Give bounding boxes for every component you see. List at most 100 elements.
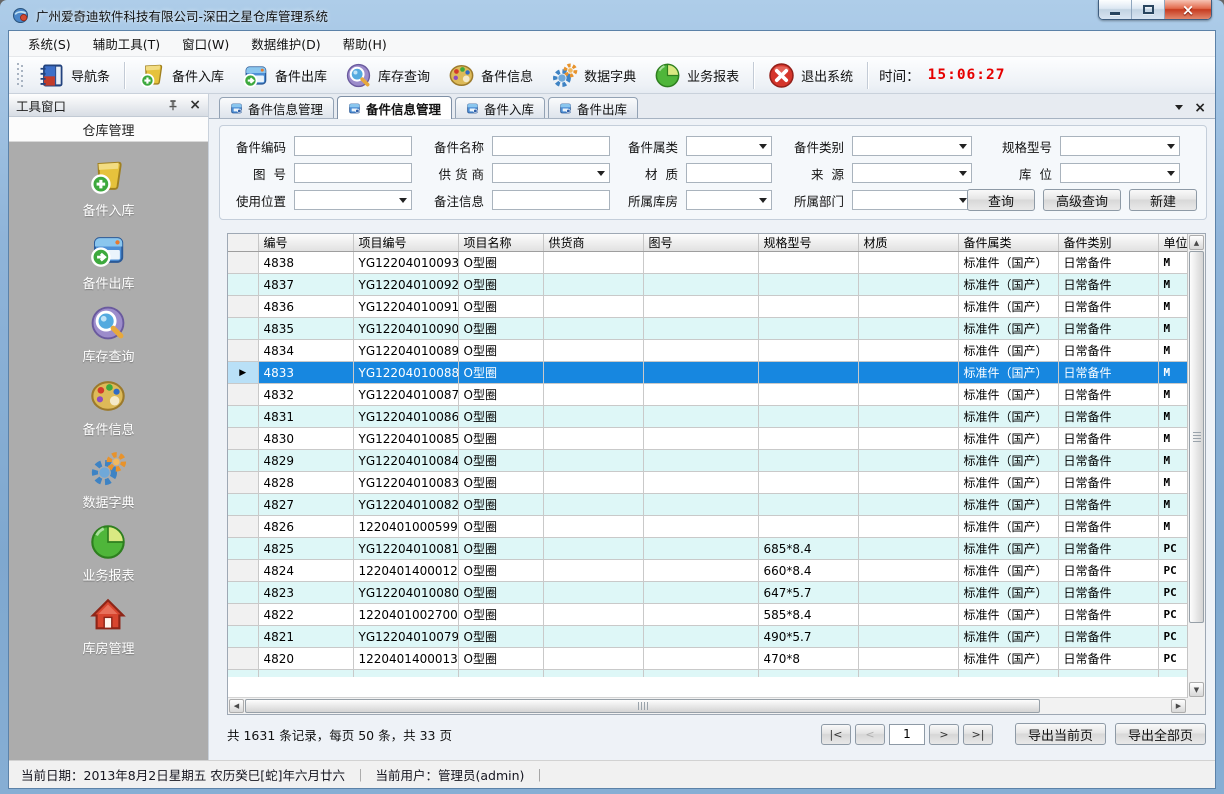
table-cell[interactable]: 标准件（国产）: [958, 274, 1058, 296]
table-cell[interactable]: 585*8.4: [758, 604, 858, 626]
column-header[interactable]: 项目编号: [353, 234, 458, 252]
table-cell[interactable]: 标准件（国产）: [958, 318, 1058, 340]
table-cell[interactable]: YG12204010088: [353, 362, 458, 384]
menu-item[interactable]: 辅助工具(T): [82, 30, 171, 57]
new-button[interactable]: 新建: [1129, 189, 1197, 211]
toolbar-button-data-dict[interactable]: 数据字典: [542, 58, 645, 93]
table-cell[interactable]: O型圈: [458, 252, 543, 274]
table-cell[interactable]: YG12204010091: [353, 296, 458, 318]
row-indicator[interactable]: [228, 472, 258, 494]
table-cell[interactable]: YG12204010083: [353, 472, 458, 494]
table-cell[interactable]: [858, 626, 958, 648]
table-cell[interactable]: 标准件（国产）: [958, 582, 1058, 604]
table-cell[interactable]: [758, 252, 858, 274]
table-cell[interactable]: [643, 604, 758, 626]
table-cell[interactable]: [543, 296, 643, 318]
table-cell[interactable]: M: [1158, 384, 1187, 406]
table-cell[interactable]: 标准件（国产）: [958, 296, 1058, 318]
table-cell[interactable]: YG12204010082: [353, 494, 458, 516]
export-current-page-button[interactable]: 导出当前页: [1015, 723, 1106, 745]
table-cell[interactable]: 日常备件: [1058, 406, 1158, 428]
table-cell[interactable]: O型圈: [458, 340, 543, 362]
table-cell[interactable]: YG12204010087: [353, 384, 458, 406]
table-cell[interactable]: [643, 296, 758, 318]
table-row[interactable]: 4831YG12204010086O型圈标准件（国产）日常备件M: [228, 406, 1187, 428]
table-cell[interactable]: [858, 428, 958, 450]
table-cell[interactable]: 标准件（国产）: [958, 472, 1058, 494]
table-cell[interactable]: [758, 274, 858, 296]
menu-item[interactable]: 帮助(H): [332, 30, 398, 57]
sidebar-item-data-dict[interactable]: 数据字典: [82, 450, 134, 511]
table-cell[interactable]: [643, 406, 758, 428]
table-cell[interactable]: YG12204010092: [353, 274, 458, 296]
table-cell[interactable]: 4837: [258, 274, 353, 296]
horizontal-scrollbar[interactable]: ◀ ▶: [228, 697, 1187, 714]
export-all-pages-button[interactable]: 导出全部页: [1115, 723, 1206, 745]
table-cell[interactable]: O型圈: [458, 582, 543, 604]
table-cell[interactable]: [858, 494, 958, 516]
minimize-button[interactable]: [1099, 0, 1132, 19]
table-cell[interactable]: [643, 582, 758, 604]
table-cell[interactable]: 647*5.7: [758, 582, 858, 604]
table-cell[interactable]: 标准件（国产）: [958, 428, 1058, 450]
table-cell[interactable]: M: [1158, 274, 1187, 296]
column-header[interactable]: 图号: [643, 234, 758, 252]
sidebar-item-inventory-query[interactable]: 库存查询: [82, 304, 134, 365]
table-cell[interactable]: [643, 340, 758, 362]
toolbar-button-report[interactable]: 业务报表: [645, 58, 748, 93]
column-header[interactable]: 备件类别: [1058, 234, 1158, 252]
table-cell[interactable]: 日常备件: [1058, 384, 1158, 406]
table-cell[interactable]: [858, 362, 958, 384]
table-cell[interactable]: [758, 384, 858, 406]
table-cell[interactable]: 标准件（国产）: [958, 560, 1058, 582]
table-cell[interactable]: 日常备件: [1058, 318, 1158, 340]
part-code-input[interactable]: [294, 136, 412, 156]
table-cell[interactable]: 标准件（国产）: [958, 648, 1058, 670]
table-cell[interactable]: 标准件（国产）: [958, 340, 1058, 362]
table-cell[interactable]: YG12204010084: [353, 450, 458, 472]
table-cell[interactable]: YG12204010085: [353, 428, 458, 450]
part-name-input[interactable]: [492, 136, 610, 156]
table-cell[interactable]: 日常备件: [1058, 648, 1158, 670]
table-cell[interactable]: M: [1158, 450, 1187, 472]
table-cell[interactable]: 4824: [258, 560, 353, 582]
table-cell[interactable]: M: [1158, 362, 1187, 384]
menu-item[interactable]: 系统(S): [17, 30, 82, 57]
column-header[interactable]: 备件属类: [958, 234, 1058, 252]
table-cell[interactable]: 4833: [258, 362, 353, 384]
table-cell[interactable]: 4828: [258, 472, 353, 494]
toolbar-button-navbar[interactable]: 导航条: [29, 58, 119, 93]
chevron-down-icon[interactable]: [1175, 105, 1183, 114]
row-indicator[interactable]: [228, 318, 258, 340]
table-cell[interactable]: [543, 406, 643, 428]
table-cell[interactable]: O型圈: [458, 472, 543, 494]
row-indicator[interactable]: [228, 406, 258, 428]
table-cell[interactable]: [858, 406, 958, 428]
table-cell[interactable]: M: [1158, 516, 1187, 538]
table-row[interactable]: 4830YG12204010085O型圈标准件（国产）日常备件M: [228, 428, 1187, 450]
table-cell[interactable]: [643, 516, 758, 538]
use-position-select[interactable]: [294, 190, 412, 210]
table-cell[interactable]: O型圈: [458, 604, 543, 626]
tab-1[interactable]: 备件信息管理: [337, 96, 452, 119]
table-row[interactable]: 4832YG12204010087O型圈标准件（国产）日常备件M: [228, 384, 1187, 406]
table-cell[interactable]: [758, 406, 858, 428]
scroll-left-icon[interactable]: ◀: [229, 699, 244, 713]
column-header[interactable]: 编号: [258, 234, 353, 252]
scroll-right-icon[interactable]: ▶: [1171, 699, 1186, 713]
table-cell[interactable]: 标准件（国产）: [958, 494, 1058, 516]
table-cell[interactable]: [643, 648, 758, 670]
table-cell[interactable]: YG12204010081: [353, 538, 458, 560]
maximize-button[interactable]: [1132, 0, 1165, 19]
table-cell[interactable]: YG12204010089: [353, 340, 458, 362]
close-button[interactable]: ×: [1165, 0, 1211, 19]
table-cell[interactable]: O型圈: [458, 384, 543, 406]
table-cell[interactable]: O型圈: [458, 516, 543, 538]
table-row[interactable]: 4827YG12204010082O型圈标准件（国产）日常备件M: [228, 494, 1187, 516]
table-cell[interactable]: [858, 252, 958, 274]
table-row[interactable]: 4828YG12204010083O型圈标准件（国产）日常备件M: [228, 472, 1187, 494]
table-cell[interactable]: 标准件（国产）: [958, 450, 1058, 472]
sidebar-item-parts-in[interactable]: 备件入库: [82, 158, 134, 219]
row-indicator[interactable]: [228, 494, 258, 516]
table-cell[interactable]: M: [1158, 406, 1187, 428]
